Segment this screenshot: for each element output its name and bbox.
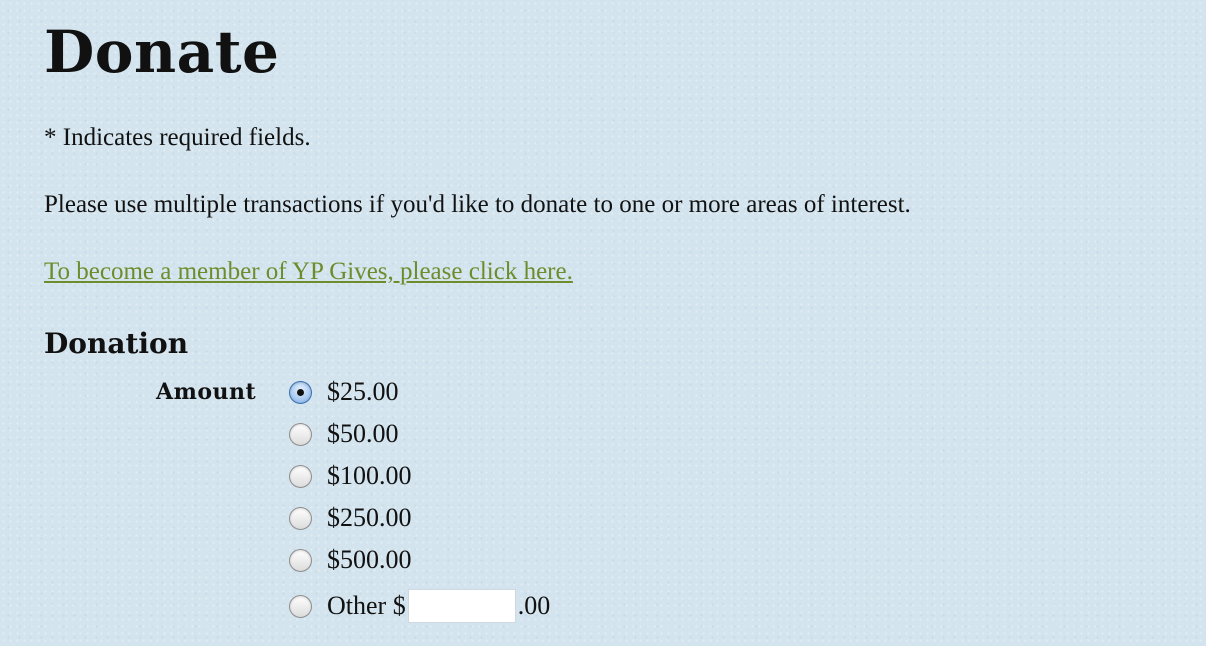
other-amount-suffix: .00 (517, 591, 551, 620)
multiple-transactions-note: Please use multiple transactions if you'… (44, 191, 911, 218)
other-amount-input[interactable] (407, 589, 516, 623)
amount-option-label: $500.00 (327, 545, 412, 574)
amount-radio-250[interactable] (289, 506, 312, 530)
donate-page: Donate * Indicates required fields. Plea… (44, 0, 1206, 646)
amount-radio-25[interactable] (289, 380, 312, 404)
amount-option-label: $50.00 (327, 419, 399, 448)
become-member-link[interactable]: To become a member of YP Gives, please c… (44, 257, 573, 287)
amount-radio-100[interactable] (289, 464, 312, 488)
other-amount-label: Other $ (327, 591, 406, 620)
amount-option-500[interactable]: $500.00 (289, 543, 412, 577)
amount-label: Amount (156, 379, 257, 405)
required-fields-note: * Indicates required fields. (44, 124, 311, 151)
amount-option-label: $25.00 (327, 377, 399, 406)
amount-radio-other[interactable] (289, 594, 312, 618)
amount-option-100[interactable]: $100.00 (289, 459, 412, 493)
amount-radio-500[interactable] (289, 548, 312, 572)
page-title: Donate (44, 18, 280, 86)
amount-option-25[interactable]: $25.00 (289, 375, 399, 409)
donation-section-title: Donation (44, 327, 189, 360)
amount-radio-50[interactable] (289, 422, 312, 446)
amount-option-label: $250.00 (327, 503, 412, 532)
amount-option-other[interactable]: Other $ .00 (289, 589, 550, 623)
amount-option-label: $100.00 (327, 461, 412, 490)
amount-option-250[interactable]: $250.00 (289, 501, 412, 535)
amount-option-50[interactable]: $50.00 (289, 417, 399, 451)
